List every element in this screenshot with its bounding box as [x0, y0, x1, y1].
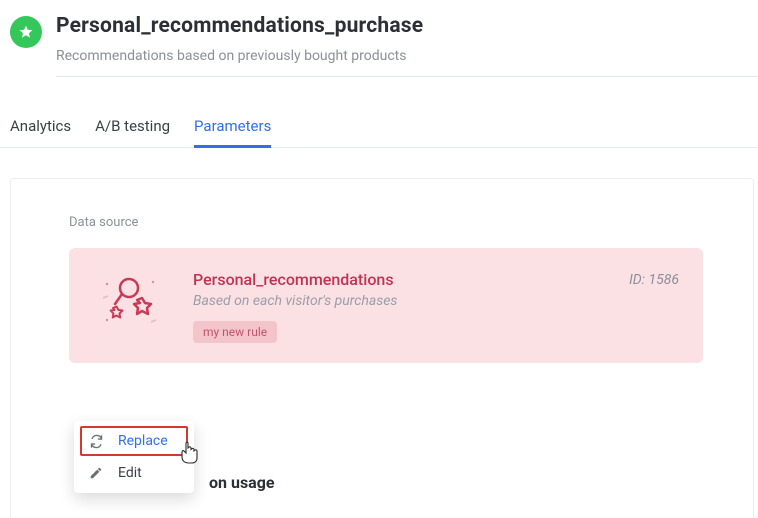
data-source-id: ID: 1586	[629, 272, 679, 288]
divider	[56, 76, 758, 77]
recommendation-stars-icon	[93, 270, 165, 334]
tab-parameters[interactable]: Parameters	[194, 117, 271, 147]
data-source-card[interactable]: Personal_recommendations Based on each v…	[69, 248, 703, 363]
refresh-icon	[88, 433, 104, 449]
tab-analytics[interactable]: Analytics	[10, 117, 71, 147]
data-source-title: Personal_recommendations	[193, 270, 601, 289]
menu-item-label: Edit	[118, 465, 142, 481]
data-source-tag: my new rule	[193, 321, 277, 343]
data-source-description: Based on each visitor's purchases	[193, 293, 601, 309]
menu-item-replace[interactable]: Replace	[74, 425, 194, 457]
page-title: Personal_recommendations_purchase	[56, 14, 758, 38]
section-label-data-source: Data source	[69, 215, 703, 230]
pencil-icon	[88, 465, 104, 481]
tab-bar: Analytics A/B testing Parameters	[0, 77, 758, 148]
star-badge-icon	[10, 16, 42, 48]
section-heading-usage: on usage	[209, 473, 703, 492]
context-menu: Replace Edit	[74, 421, 194, 493]
tab-ab-testing[interactable]: A/B testing	[95, 117, 170, 147]
menu-item-edit[interactable]: Edit	[74, 457, 194, 489]
menu-item-label: Replace	[118, 433, 168, 449]
page-subtitle: Recommendations based on previously boug…	[56, 48, 758, 64]
